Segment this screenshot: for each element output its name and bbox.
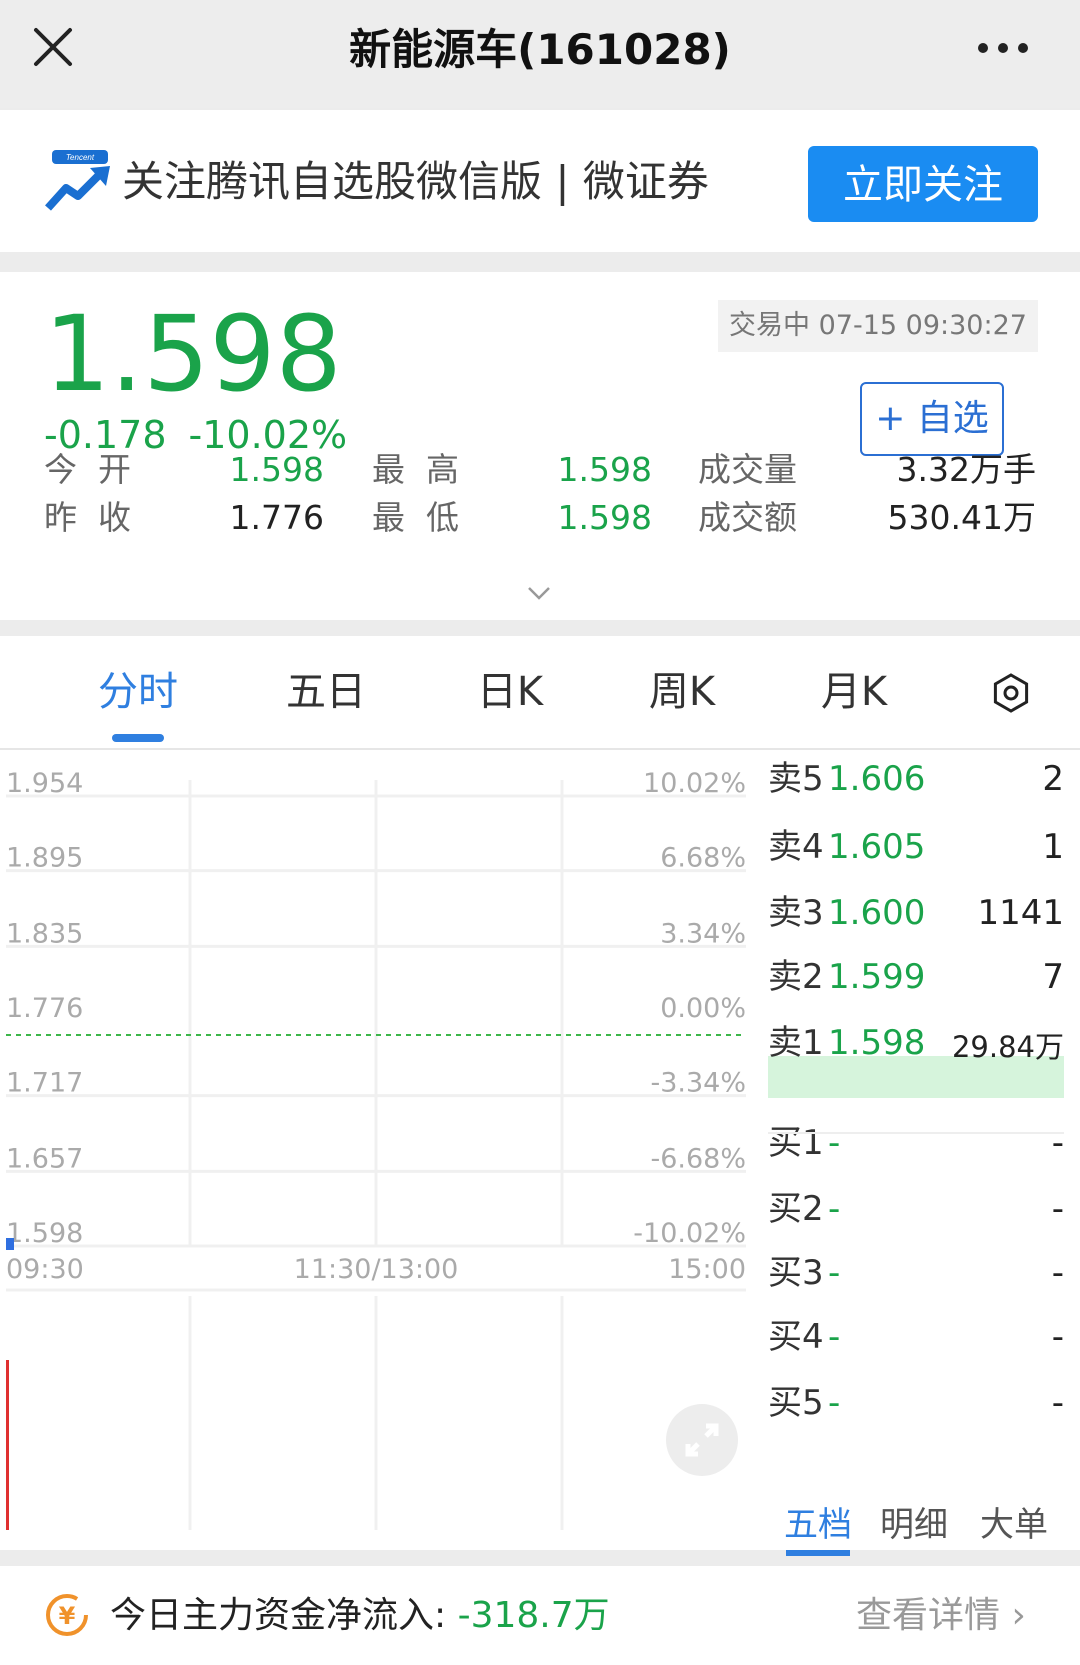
volume-label: 成交量	[698, 450, 797, 489]
more-icon[interactable]	[975, 38, 1031, 58]
bid-level-label: 买2	[768, 1189, 824, 1229]
price-point	[6, 1238, 14, 1250]
ask-level-label: 卖4	[768, 827, 824, 867]
ask-level-label: 卖3	[768, 893, 824, 933]
bid-level-price: -	[828, 1383, 841, 1423]
low-label: 最 低	[372, 498, 459, 537]
amount-value: 530.41万	[887, 498, 1036, 537]
ask-level-label: 卖1	[768, 1023, 824, 1063]
order-book-divider	[768, 1132, 1064, 1134]
svg-text:¥: ¥	[59, 1602, 76, 1630]
tab-weekly-k[interactable]: 周K	[632, 664, 732, 720]
ask-level-volume: 29.84万	[951, 1030, 1064, 1064]
ask-level-volume: 1	[1042, 827, 1064, 867]
capital-flow-text: 今日主力资金净流入: -318.7万	[110, 1588, 610, 1644]
view-details-link[interactable]: 查看详情 ›	[856, 1588, 1026, 1644]
chevron-right-icon: ›	[1011, 1595, 1026, 1636]
y-tick-label: 1.835	[6, 918, 83, 949]
y-tick-label: 1.954	[6, 768, 83, 799]
tab-large-orders[interactable]: 大单	[980, 1502, 1048, 1548]
bid-level-price: -	[828, 1189, 841, 1229]
bid-level-price: -	[828, 1123, 841, 1163]
pct-tick-label: -3.34%	[650, 1068, 746, 1099]
ask-level-volume: 1141	[977, 893, 1064, 933]
open-value: 1.598	[229, 450, 324, 489]
tab-order-levels[interactable]: 五档	[784, 1502, 852, 1548]
ask-level-volume: 2	[1042, 759, 1064, 799]
y-tick-label: 1.717	[6, 1068, 83, 1099]
open-label: 今 开	[44, 450, 131, 489]
tencent-stock-logo-icon: Tencent	[45, 150, 110, 211]
capital-flow-value: -318.7万	[457, 1595, 610, 1636]
current-price: 1.598	[44, 293, 342, 415]
y-tick-label: 1.598	[6, 1218, 83, 1249]
top-bar: 新能源车(161028)	[0, 0, 1080, 108]
follow-button[interactable]: 立即关注	[808, 146, 1038, 222]
quote-panel: 1.598 -0.178 -10.02% 交易中 07-15 09:30:27 +…	[0, 272, 1080, 620]
pct-tick-label: 10.02%	[643, 768, 746, 799]
y-tick-label: 1.776	[6, 993, 83, 1024]
bid-level-label: 买3	[768, 1253, 824, 1293]
bid-level-volume: -	[1051, 1317, 1064, 1357]
yuan-icon: ¥	[46, 1594, 88, 1636]
view-details-label: 查看详情	[856, 1595, 1001, 1636]
tab-daily-k[interactable]: 日K	[460, 664, 560, 720]
chart-tabs: 分时 五日 日K 周K 月K	[0, 636, 1080, 750]
volume-bar	[6, 1360, 9, 1530]
add-watchlist-button[interactable]: + 自选	[860, 382, 1004, 456]
fullscreen-button[interactable]	[666, 1404, 738, 1476]
x-tick-label: 15:00	[668, 1254, 746, 1285]
bid-level-volume: -	[1051, 1253, 1064, 1293]
capital-flow-bar[interactable]: ¥ 今日主力资金净流入: -318.7万 查看详情 ›	[0, 1566, 1080, 1665]
tab-five-day[interactable]: 五日	[276, 664, 376, 720]
high-label: 最 高	[372, 450, 459, 489]
prev-close-label: 昨 收	[44, 498, 131, 537]
prev-close-value: 1.776	[229, 498, 324, 537]
intraday-chart[interactable]: 1.954 10.02% 1.895 6.68% 1.835 3.34% 1.776 0.00…	[0, 750, 760, 1550]
bid-level-label: 买5	[768, 1383, 824, 1423]
bid-level-label: 买1	[768, 1123, 824, 1163]
bid-level-price: -	[828, 1253, 841, 1293]
pct-tick-label: 3.34%	[660, 918, 746, 949]
bid-level-volume: -	[1051, 1383, 1064, 1423]
high-value: 1.598	[557, 450, 652, 489]
chart-panel: 1.954 10.02% 1.895 6.68% 1.835 3.34% 1.776 0.00…	[0, 750, 1080, 1556]
active-tab-indicator	[112, 734, 164, 742]
volume-value: 3.32万手	[896, 450, 1036, 489]
tab-trade-details[interactable]: 明细	[880, 1502, 948, 1548]
settings-icon[interactable]	[990, 672, 1032, 714]
ask-level-label: 卖5	[768, 759, 824, 799]
active-orderbook-tab-indicator	[786, 1550, 850, 1556]
chevron-down-icon[interactable]	[526, 584, 552, 602]
ask-level-volume: 7	[1042, 957, 1064, 997]
capital-flow-label: 今日主力资金净流入:	[110, 1595, 458, 1636]
page-title: 新能源车(161028)	[349, 25, 731, 74]
amount-label: 成交额	[698, 498, 797, 537]
bid-level-volume: -	[1051, 1123, 1064, 1163]
pct-tick-label: 0.00%	[660, 993, 746, 1024]
trade-status: 交易中 07-15 09:30:27	[718, 300, 1038, 352]
logo-text: Tencent	[66, 153, 95, 162]
bid-level-label: 买4	[768, 1317, 824, 1357]
bid-level-price: -	[828, 1317, 841, 1357]
banner-text: 关注腾讯自选股微信版 | 微证券	[122, 157, 709, 206]
pct-tick-label: -6.68%	[650, 1143, 746, 1174]
x-tick-label: 09:30	[6, 1254, 84, 1285]
pct-tick-label: -10.02%	[633, 1218, 746, 1249]
tab-monthly-k[interactable]: 月K	[804, 664, 904, 720]
bid-level-volume: -	[1051, 1189, 1064, 1229]
follow-banner: Tencent 关注腾讯自选股微信版 | 微证券 立即关注	[0, 110, 1080, 252]
x-tick-label: 11:30/13:00	[294, 1254, 459, 1285]
pct-tick-label: 6.68%	[660, 843, 746, 874]
expand-icon	[685, 1423, 719, 1457]
y-tick-label: 1.657	[6, 1143, 83, 1174]
ask-level-label: 卖2	[768, 957, 824, 997]
tab-intraday[interactable]: 分时	[88, 664, 188, 720]
y-tick-label: 1.895	[6, 843, 83, 874]
low-value: 1.598	[557, 498, 652, 537]
